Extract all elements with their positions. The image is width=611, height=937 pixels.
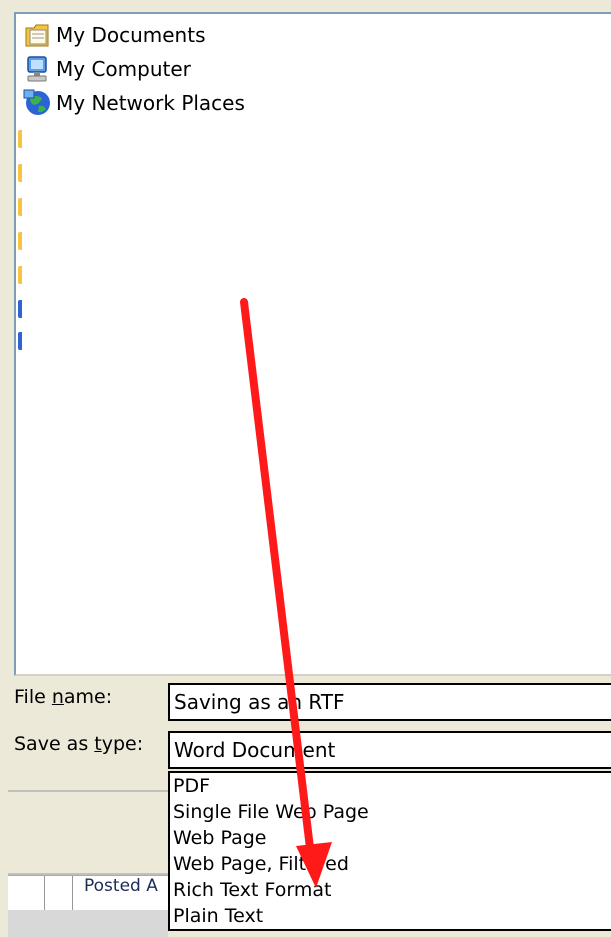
divider — [8, 790, 168, 792]
dialog-top-strip — [0, 0, 611, 12]
file-list-pane[interactable]: My Documents My Computer My Network Plac… — [14, 12, 611, 676]
place-label: My Network Places — [56, 91, 245, 115]
save-as-type-dropdown-list: PDF Single File Web Page Web Page Web Pa… — [168, 771, 611, 931]
folder-icon — [18, 130, 22, 148]
drive-icon — [18, 332, 22, 350]
folder-icon — [18, 232, 22, 250]
folder-icon — [18, 266, 22, 284]
folder-icon — [18, 164, 22, 182]
option-pdf[interactable]: PDF — [170, 773, 611, 799]
option-web-page-filtered[interactable]: Web Page, Filtered — [170, 851, 611, 877]
background-window-pane: Posted A — [8, 875, 168, 911]
place-label: My Computer — [56, 57, 191, 81]
option-plain-text[interactable]: Plain Text — [170, 903, 611, 929]
option-web-page[interactable]: Web Page — [170, 825, 611, 851]
folder-icon — [18, 198, 22, 216]
file-name-label: File name: — [14, 686, 113, 708]
background-window-bar — [8, 910, 168, 937]
option-rich-text-format[interactable]: Rich Text Format — [170, 877, 611, 903]
background-window-text: Posted A — [84, 876, 158, 896]
option-single-file-web-page[interactable]: Single File Web Page — [170, 799, 611, 825]
my-documents-icon — [22, 20, 54, 50]
place-my-documents[interactable]: My Documents — [22, 20, 205, 50]
save-as-type-select[interactable]: Word Document — [168, 731, 611, 769]
save-as-dialog: My Documents My Computer My Network Plac… — [0, 0, 611, 937]
save-as-type-label: Save as type: — [14, 733, 144, 755]
my-computer-icon — [22, 54, 54, 84]
file-name-input[interactable]: Saving as an RTF — [168, 683, 611, 721]
drive-icon — [18, 300, 22, 318]
place-label: My Documents — [56, 23, 206, 47]
place-my-network-places[interactable]: My Network Places — [22, 88, 245, 118]
my-network-places-icon — [22, 88, 54, 118]
place-my-computer[interactable]: My Computer — [22, 54, 191, 84]
